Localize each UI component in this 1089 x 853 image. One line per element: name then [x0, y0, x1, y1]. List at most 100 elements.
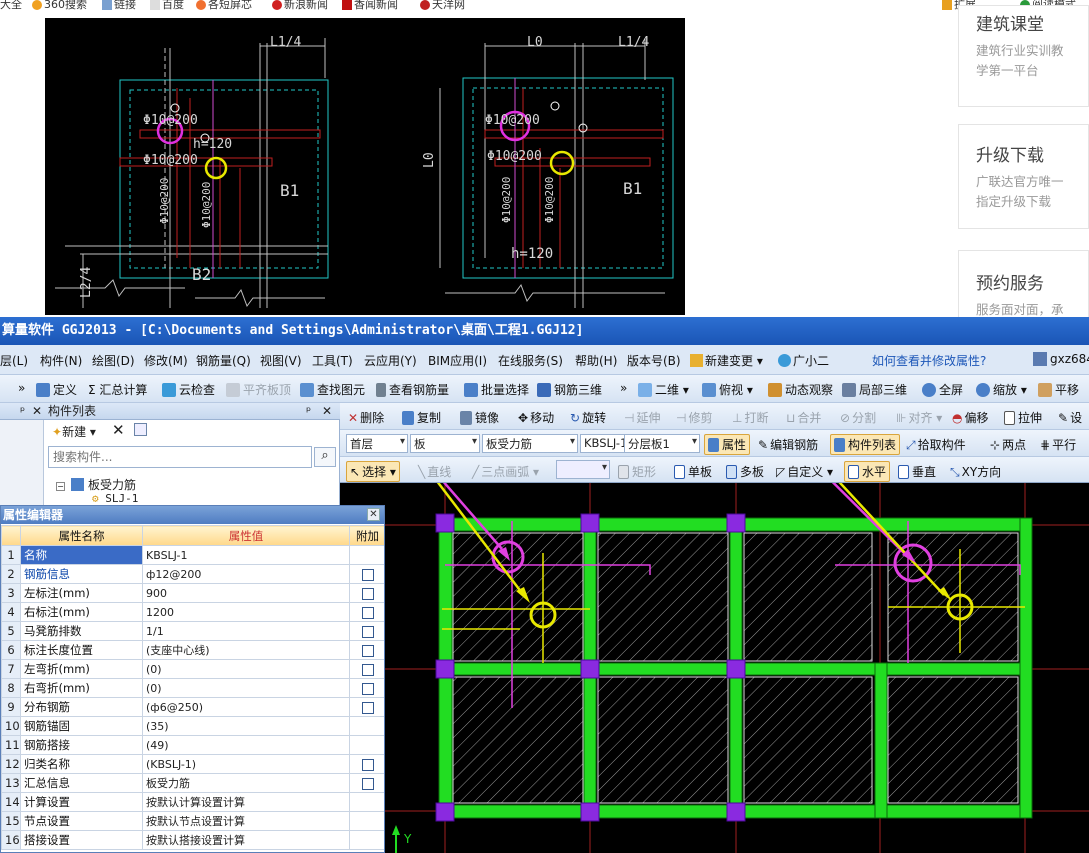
- settings-button[interactable]: ✎ 设: [1058, 409, 1082, 426]
- slab[interactable]: [452, 676, 584, 804]
- property-row[interactable]: 14 计算设置 按默认计算设置计算: [1, 792, 384, 812]
- property-value[interactable]: (支座中心线): [142, 640, 350, 660]
- column[interactable]: [435, 513, 455, 533]
- attach-checkbox[interactable]: [361, 587, 374, 600]
- drawing-canvas[interactable]: Y: [340, 483, 1089, 853]
- property-value[interactable]: 按默认计算设置计算: [142, 792, 350, 812]
- property-value[interactable]: 按默认节点设置计算: [142, 811, 350, 831]
- property-value[interactable]: KBSLJ-1: [142, 545, 350, 565]
- batch-select-button[interactable]: 批量选择: [464, 381, 529, 398]
- column[interactable]: [726, 513, 746, 533]
- xy-direction-button[interactable]: ⤡ XY方向: [950, 463, 1001, 480]
- property-row[interactable]: 7 左弯折(mm) (0): [1, 659, 384, 679]
- move-button[interactable]: ✥ 移动: [518, 409, 554, 426]
- property-value[interactable]: 1200: [142, 602, 350, 622]
- vertical-button[interactable]: 垂直: [898, 463, 936, 480]
- copy-icon[interactable]: [134, 423, 147, 436]
- web-card[interactable]: 升级下载 广联达官方唯一 指定升级下载: [958, 124, 1089, 229]
- property-value[interactable]: (ф6@250): [142, 697, 350, 717]
- pin-icon[interactable]: ᵖ: [306, 403, 311, 419]
- select-dropdown[interactable]: ↖ 选择 ▾: [346, 461, 400, 482]
- horizontal-button[interactable]: 水平: [844, 461, 891, 482]
- property-row[interactable]: 16 搭接设置 按默认搭接设置计算: [1, 830, 384, 850]
- offset-button[interactable]: ◓ 偏移: [952, 409, 989, 426]
- arc-dropdown[interactable]: ╱ 三点画弧 ▾: [472, 463, 539, 480]
- cloud-check-button[interactable]: 云检查: [162, 381, 215, 398]
- property-row[interactable]: 6 标注长度位置 (支座中心线): [1, 640, 384, 660]
- menu-version[interactable]: 版本号(B): [627, 352, 681, 369]
- bookmark-item[interactable]: 大全: [0, 0, 22, 12]
- new-change-menu[interactable]: 新建变更 ▾: [690, 352, 763, 369]
- slab[interactable]: [597, 532, 729, 662]
- layer-select[interactable]: 分层板1: [624, 434, 700, 453]
- column[interactable]: [580, 659, 600, 679]
- menu-help[interactable]: 帮助(H): [575, 352, 617, 369]
- summary-calc-button[interactable]: Σ 汇总计算: [88, 381, 147, 398]
- property-row[interactable]: 13 汇总信息 板受力筋: [1, 773, 384, 793]
- close-icon[interactable]: ✕: [322, 403, 332, 419]
- extend-button[interactable]: ⊣ 延伸: [624, 409, 660, 426]
- menu-draw[interactable]: 绘图(D): [92, 352, 135, 369]
- new-component-button[interactable]: ✦新建 ▾: [52, 423, 96, 440]
- menu-layer[interactable]: 层(L): [0, 352, 28, 369]
- find-element-button[interactable]: 查找图元: [300, 381, 365, 398]
- bookmark-item[interactable]: 360搜索: [32, 0, 87, 12]
- user-account[interactable]: gxz684: [1033, 352, 1089, 366]
- toolbar-overflow-icon[interactable]: »: [18, 381, 25, 395]
- attach-checkbox[interactable]: [361, 625, 374, 638]
- property-value[interactable]: (49): [142, 735, 350, 755]
- rectangle-button[interactable]: 矩形: [618, 463, 656, 480]
- property-row[interactable]: 8 右弯折(mm) (0): [1, 678, 384, 698]
- property-value[interactable]: 1/1: [142, 621, 350, 641]
- attach-checkbox[interactable]: [361, 701, 374, 714]
- align-slab-top-button[interactable]: 平齐板顶: [226, 381, 291, 398]
- property-value[interactable]: (0): [142, 678, 350, 698]
- bookmark-item[interactable]: 香闻新闻: [342, 0, 398, 12]
- property-row[interactable]: 2 钢筋信息 ф12@200: [1, 564, 384, 584]
- type-select[interactable]: 板: [410, 434, 480, 453]
- slab[interactable]: [887, 676, 1019, 804]
- column[interactable]: [580, 802, 600, 822]
- menu-component[interactable]: 构件(N): [40, 352, 82, 369]
- delete-button[interactable]: ✕ 删除: [348, 409, 384, 426]
- component-search-input[interactable]: [48, 446, 312, 468]
- rotate-button[interactable]: ↻ 旋转: [570, 409, 606, 426]
- edit-rebar-button[interactable]: ✎ 编辑钢筋: [758, 436, 818, 453]
- pick-component-button[interactable]: ⤢ 拾取构件: [906, 436, 966, 453]
- menu-bim[interactable]: BIM应用(I): [428, 352, 487, 369]
- slab[interactable]: [743, 676, 873, 804]
- attach-checkbox[interactable]: [361, 606, 374, 619]
- tree-node-child[interactable]: ⚙ SLJ-1: [92, 492, 138, 505]
- search-icon[interactable]: ⌕: [314, 447, 336, 467]
- mirror-button[interactable]: 镜像: [460, 409, 499, 426]
- property-value[interactable]: (KBSLJ-1): [142, 754, 350, 774]
- menu-tools[interactable]: 工具(T): [312, 352, 353, 369]
- web-card[interactable]: 预约服务 服务面对面，承: [958, 250, 1089, 320]
- component-list-button[interactable]: 构件列表: [830, 434, 901, 455]
- single-slab-button[interactable]: 单板: [674, 463, 712, 480]
- attach-checkbox[interactable]: [361, 758, 374, 771]
- property-row[interactable]: 3 左标注(mm) 900: [1, 583, 384, 603]
- bookmark-item[interactable]: 新浪新闻: [272, 0, 328, 12]
- rebar-3d-button[interactable]: 钢筋三维: [537, 381, 602, 398]
- close-icon[interactable]: ✕: [367, 508, 380, 521]
- menu-rebar-quantity[interactable]: 钢筋量(Q): [196, 352, 251, 369]
- menu-modify[interactable]: 修改(M): [144, 352, 188, 369]
- view-rebar-button[interactable]: 查看钢筋量: [376, 381, 449, 398]
- column[interactable]: [435, 802, 455, 822]
- menu-online-service[interactable]: 在线服务(S): [498, 352, 563, 369]
- parallel-button[interactable]: ⋕ 平行: [1040, 436, 1076, 453]
- arc-option-select[interactable]: [556, 460, 610, 479]
- property-value[interactable]: (35): [142, 716, 350, 736]
- dynamic-view-button[interactable]: 动态观察: [768, 381, 833, 398]
- menu-view[interactable]: 视图(V): [260, 352, 302, 369]
- tree-node-root[interactable]: − 板受力筋: [56, 476, 136, 493]
- slab[interactable]: [743, 532, 873, 662]
- line-button[interactable]: ╲ 直线: [418, 463, 451, 480]
- toolbar-overflow-icon[interactable]: »: [620, 381, 627, 395]
- property-row[interactable]: 12 归类名称 (KBSLJ-1): [1, 754, 384, 774]
- delete-icon[interactable]: ✕: [112, 421, 125, 439]
- property-value[interactable]: 板受力筋: [142, 773, 350, 793]
- property-row[interactable]: 9 分布钢筋 (ф6@250): [1, 697, 384, 717]
- assistant-button[interactable]: 广小二: [778, 352, 829, 369]
